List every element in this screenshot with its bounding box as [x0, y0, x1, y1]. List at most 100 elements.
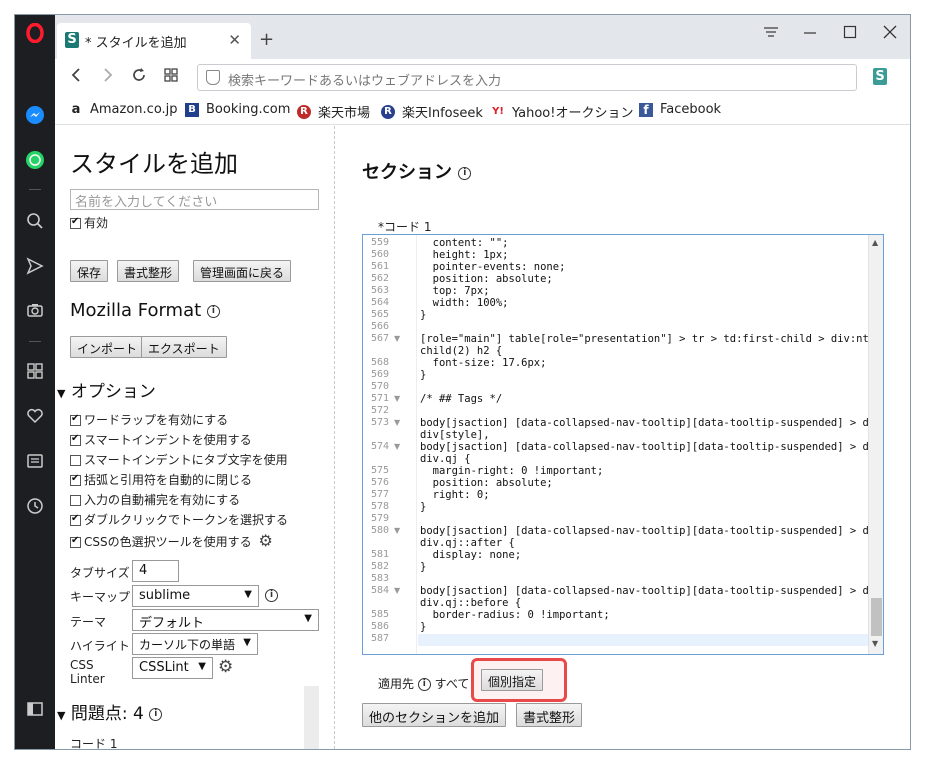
tab-close-icon[interactable]: ✕	[228, 31, 241, 49]
tabs-grid-icon[interactable]	[163, 67, 179, 87]
theme-value: デフォルト	[139, 616, 205, 631]
option-checkbox[interactable]	[70, 433, 81, 446]
close-window-icon[interactable]	[883, 25, 897, 43]
info-icon[interactable]: i	[458, 166, 472, 180]
forward-icon[interactable]	[101, 67, 115, 87]
sidebar-toggle-icon[interactable]	[25, 699, 45, 719]
style-name-input[interactable]: 名前を入力してください	[70, 189, 319, 210]
info-icon[interactable]: i	[417, 678, 431, 691]
info-icon[interactable]: i	[265, 589, 278, 602]
code-editor[interactable]: 559 content: ""; 560 height: 1px; 561 poin…	[362, 234, 884, 655]
option-checkbox[interactable]	[70, 413, 81, 426]
back-icon[interactable]	[69, 67, 83, 87]
format-button[interactable]: 書式整形	[516, 703, 583, 727]
opera-logo-icon[interactable]	[25, 23, 45, 43]
enabled-checkbox[interactable]	[70, 216, 81, 229]
camera-icon[interactable]	[25, 300, 45, 320]
option-select-by-token[interactable]: ダブルクリックでトークンを選択する	[70, 511, 288, 528]
scrollbar-thumb[interactable]	[871, 598, 882, 636]
fold-arrow-icon[interactable]: ▼	[394, 586, 400, 595]
tabsize-input[interactable]: 4	[132, 560, 179, 582]
highlight-select[interactable]: カーソル下の単語 ▼	[132, 633, 258, 655]
facebook-icon: f	[639, 102, 653, 117]
code-line: position: absolute;	[420, 273, 553, 285]
news-icon[interactable]	[25, 451, 45, 471]
line-number: 569	[370, 369, 389, 380]
bookmark-rakuten-ichiba[interactable]: R 楽天市場	[297, 102, 370, 121]
back-to-manager-button[interactable]: 管理画面に戻る	[193, 260, 292, 282]
minimize-icon[interactable]	[803, 25, 817, 43]
info-icon[interactable]: i	[206, 304, 220, 318]
send-icon[interactable]	[25, 256, 45, 276]
booking-icon: B	[185, 102, 199, 117]
code-line: right: 0;	[420, 489, 490, 501]
line-number: 561	[370, 261, 389, 272]
line-number: 564	[370, 297, 389, 308]
option-autocomplete[interactable]: 入力の自動補完を有効にする	[70, 491, 240, 508]
line-number: 578	[370, 501, 389, 512]
heart-icon[interactable]	[25, 406, 45, 426]
enabled-label: 有効	[84, 216, 109, 230]
fold-arrow-icon[interactable]: ▼	[394, 394, 400, 403]
bookmark-label: Yahoo!オークション	[512, 106, 634, 121]
info-icon[interactable]: i	[149, 707, 163, 721]
line-number: 570	[370, 381, 389, 392]
theme-select[interactable]: デフォルト ▼	[132, 609, 319, 631]
scroll-down-icon[interactable]: ▼	[872, 639, 878, 648]
new-tab-icon[interactable]: +	[259, 29, 274, 50]
bookmark-yahoo-auction[interactable]: Y! Yahoo!オークション	[491, 102, 634, 122]
gear-icon[interactable]: ⚙	[218, 657, 233, 677]
bookmark-label: Amazon.co.jp	[90, 102, 178, 117]
option-wordwrap[interactable]: ワードラップを有効にする	[70, 411, 228, 428]
option-checkbox[interactable]	[70, 513, 81, 526]
scroll-up-icon[interactable]: ▲	[872, 238, 878, 247]
fold-arrow-icon[interactable]: ▼	[394, 334, 400, 343]
specify-button[interactable]: 個別指定	[481, 669, 544, 691]
bookmark-rakuten-infoseek[interactable]: R 楽天Infoseek	[381, 102, 483, 121]
messenger-icon[interactable]	[25, 105, 45, 125]
option-checkbox[interactable]	[70, 535, 81, 548]
option-checkbox[interactable]	[70, 495, 81, 506]
keymap-select[interactable]: sublime ▼	[132, 585, 259, 607]
mozilla-format-label: Mozilla Format	[70, 300, 202, 321]
stylus-extension-icon[interactable]: S	[873, 68, 887, 85]
option-checkbox[interactable]	[70, 473, 81, 486]
line-number: 579	[370, 513, 389, 524]
bookmark-facebook[interactable]: f Facebook	[639, 102, 721, 117]
url-placeholder: 検索キーワードあるいはウェブアドレスを入力	[228, 74, 502, 89]
issues-label: 問題点: 4	[70, 704, 144, 724]
linter-select[interactable]: CSSLint ▼	[132, 657, 213, 679]
option-auto-close-brackets[interactable]: 括弧と引用符を自動的に閉じる	[70, 471, 252, 488]
export-button[interactable]: エクスポート	[141, 336, 227, 358]
history-icon[interactable]	[25, 496, 45, 516]
bookmark-amazon[interactable]: a Amazon.co.jp	[69, 102, 178, 117]
line-number: 562	[370, 273, 389, 284]
linter-label: CSS Linter	[70, 658, 105, 686]
reload-icon[interactable]	[131, 67, 147, 87]
fold-arrow-icon[interactable]: ▼	[394, 442, 400, 451]
url-input[interactable]: 検索キーワードあるいはウェブアドレスを入力	[197, 64, 857, 91]
option-smart-indent[interactable]: スマートインデントを使用する	[70, 431, 252, 448]
bookmark-booking[interactable]: B Booking.com	[185, 102, 290, 117]
tab-menu-icon[interactable]	[763, 25, 779, 43]
format-button[interactable]: 書式整形	[117, 260, 180, 282]
fold-arrow-icon[interactable]: ▼	[394, 526, 400, 535]
whatsapp-icon[interactable]	[25, 150, 45, 170]
options-title[interactable]: ▼ オプション	[57, 377, 156, 402]
import-button[interactable]: インポート	[70, 336, 145, 358]
issues-title[interactable]: ▼ 問題点: 4 i	[57, 699, 163, 724]
enabled-checkbox-row[interactable]: 有効	[70, 214, 108, 231]
option-checkbox[interactable]	[70, 455, 81, 466]
search-icon[interactable]	[25, 211, 45, 231]
editor-scrollbar[interactable]: ▲ ▼	[868, 235, 883, 654]
gear-icon[interactable]: ⚙	[258, 531, 272, 550]
option-color-picker[interactable]: CSSの色選択ツールを使用する ⚙	[70, 531, 273, 550]
tab-active[interactable]: S * スタイルを追加 ✕	[57, 23, 251, 59]
maximize-icon[interactable]	[843, 25, 857, 43]
speed-dial-icon[interactable]	[25, 361, 45, 381]
option-indent-tabs[interactable]: スマートインデントにタブ文字を使用	[70, 451, 288, 468]
add-section-button[interactable]: 他のセクションを追加	[362, 703, 507, 727]
sidebar-scrollbar[interactable]	[304, 686, 319, 749]
fold-arrow-icon[interactable]: ▼	[394, 418, 400, 427]
save-button[interactable]: 保存	[70, 260, 109, 282]
